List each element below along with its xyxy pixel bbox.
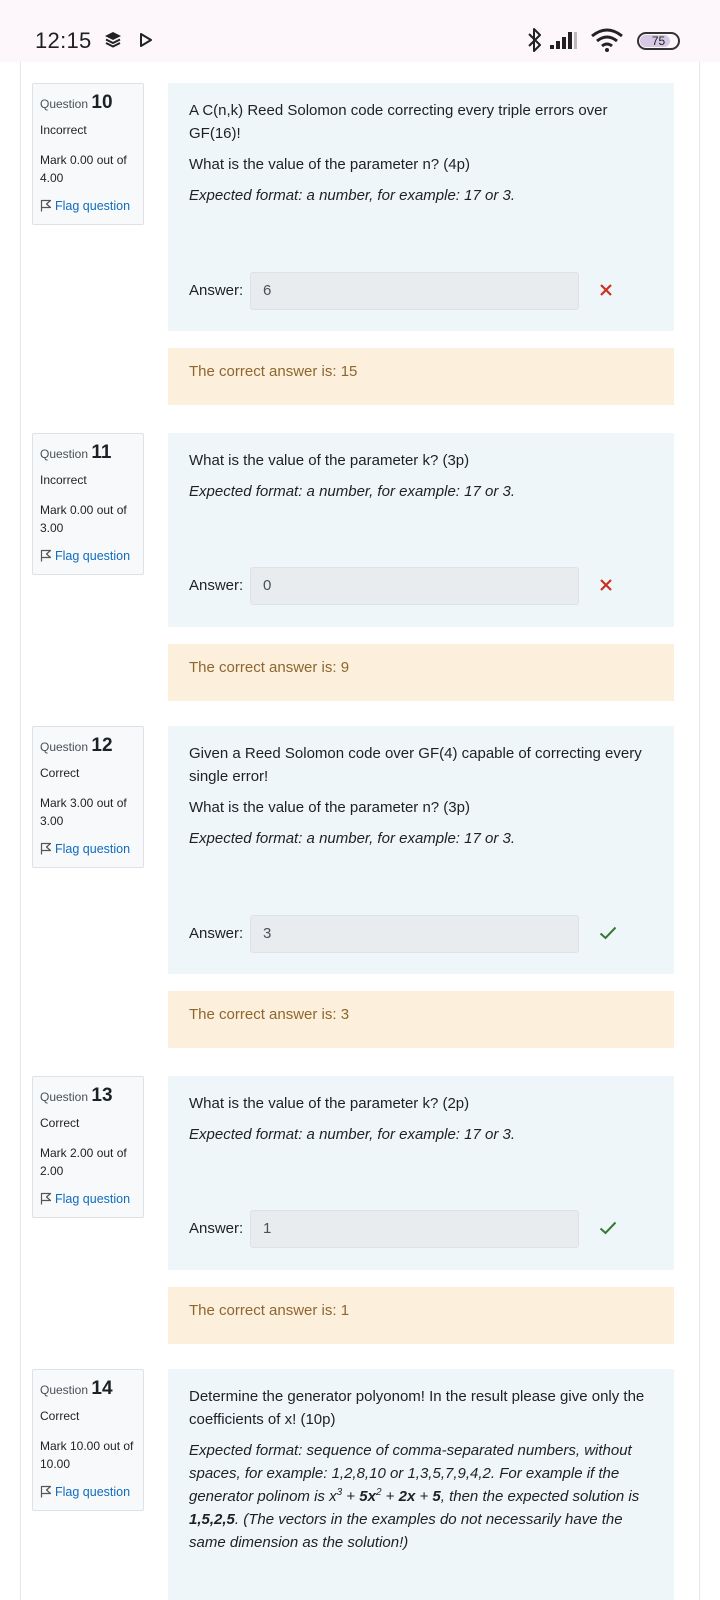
flag-icon <box>40 1192 52 1208</box>
question-number: Question 14 <box>40 1378 113 1399</box>
question-info: Question 13 Correct Mark 2.00 out of 2.0… <box>32 1076 144 1218</box>
flag-icon <box>40 842 52 858</box>
flag-icon <box>40 199 52 215</box>
correct-answer-feedback: The correct answer is: 1 <box>168 1287 674 1344</box>
question-grade: Mark 0.00 out of 4.00 <box>40 153 127 185</box>
answer-label: Answer: <box>189 925 244 942</box>
correct-check-icon <box>599 926 617 945</box>
correct-check-icon <box>599 1221 617 1240</box>
question-info: Question 14 Correct Mark 10.00 out of 10… <box>32 1369 144 1511</box>
flag-question-link[interactable]: Flag question <box>40 1192 143 1217</box>
answer-label: Answer: <box>189 1220 244 1237</box>
flag-label: Flag question <box>55 199 131 213</box>
question-number: Question 11 <box>40 442 112 463</box>
flag-question-link[interactable]: Flag question <box>40 549 143 574</box>
answer-input[interactable]: 3 <box>250 915 579 953</box>
flag-icon <box>40 549 52 565</box>
question-text-box: Given a Reed Solomon code over GF(4) cap… <box>168 726 674 974</box>
question-info: Question 10 Incorrect Mark 0.00 out of 4… <box>32 83 144 225</box>
expected-format: Expected format: sequence of comma-separ… <box>189 1442 640 1551</box>
expected-format: Expected format: a number, for example: … <box>189 483 516 500</box>
quiz-review-content: Question 10 Incorrect Mark 0.00 out of 4… <box>20 62 700 1600</box>
answer-label: Answer: <box>189 577 244 594</box>
flag-label: Flag question <box>55 549 131 563</box>
question-info: Question 12 Correct Mark 3.00 out of 3.0… <box>32 726 144 868</box>
status-bar: 12:15 75 <box>0 0 720 62</box>
expected-format: Expected format: a number, for example: … <box>189 187 516 204</box>
question-prompt: What is the value of the parameter k? (3… <box>189 452 470 469</box>
battery-level: 75 <box>651 34 666 48</box>
incorrect-icon <box>599 578 613 597</box>
flag-question-link[interactable]: Flag question <box>40 842 143 867</box>
correct-answer-feedback: The correct answer is: 9 <box>168 644 674 701</box>
status-time: 12:15 <box>35 28 92 53</box>
battery-icon: 75 <box>637 32 680 50</box>
question-text: Given a Reed Solomon code over GF(4) cap… <box>189 745 642 785</box>
flag-question-link[interactable]: Flag question <box>40 199 143 224</box>
correct-answer-feedback: The correct answer is: 3 <box>168 991 674 1048</box>
question-prompt: What is the value of the parameter n? (3… <box>189 799 470 816</box>
answer-input[interactable]: 0 <box>250 567 579 605</box>
answer-label: Answer: <box>189 282 244 299</box>
question-state: Correct <box>40 1409 80 1423</box>
answer-row: Answer: 3 <box>189 915 629 953</box>
question-prompt: What is the value of the parameter n? (4… <box>189 156 470 173</box>
question-state: Incorrect <box>40 473 87 487</box>
question-text: A C(n,k) Reed Solomon code correcting ev… <box>189 102 608 142</box>
question-text-box: Determine the generator polyonom! In the… <box>168 1369 674 1600</box>
question-number: Question 10 <box>40 92 113 113</box>
answer-input[interactable]: 6 <box>250 272 579 310</box>
flag-label: Flag question <box>55 1192 131 1206</box>
answer-input[interactable]: 1 <box>250 1210 579 1248</box>
flag-icon <box>40 1485 52 1501</box>
wifi-icon <box>590 28 624 52</box>
question-text-box: What is the value of the parameter k? (2… <box>168 1076 674 1270</box>
expected-format: Expected format: a number, for example: … <box>189 830 516 847</box>
answer-row: Answer: 0 <box>189 567 629 605</box>
flag-label: Flag question <box>55 842 131 856</box>
play-icon <box>139 33 153 47</box>
question-grade: Mark 0.00 out of 3.00 <box>40 503 127 535</box>
question-grade: Mark 2.00 out of 2.00 <box>40 1146 127 1178</box>
question-state: Correct <box>40 766 80 780</box>
question-text-box: What is the value of the parameter k? (3… <box>168 433 674 627</box>
question-number: Question 13 <box>40 1085 113 1106</box>
incorrect-icon <box>599 283 613 302</box>
flag-question-link[interactable]: Flag question <box>40 1485 143 1510</box>
question-grade: Mark 3.00 out of 3.00 <box>40 796 127 828</box>
flag-label: Flag question <box>55 1485 131 1499</box>
correct-answer-feedback: The correct answer is: 15 <box>168 348 674 405</box>
expected-format: Expected format: a number, for example: … <box>189 1126 516 1143</box>
answer-row: Answer: 1 <box>189 1210 629 1248</box>
question-grade: Mark 10.00 out of 10.00 <box>40 1439 134 1471</box>
question-number: Question 12 <box>40 735 113 756</box>
stacked-notification-icon <box>104 31 122 49</box>
question-state: Correct <box>40 1116 80 1130</box>
answer-row: Answer: 6 <box>189 272 629 310</box>
question-prompt: What is the value of the parameter k? (2… <box>189 1095 470 1112</box>
signal-icon <box>548 30 578 50</box>
question-info: Question 11 Incorrect Mark 0.00 out of 3… <box>32 433 144 575</box>
question-text-box: A C(n,k) Reed Solomon code correcting ev… <box>168 83 674 331</box>
bluetooth-icon <box>527 26 543 54</box>
question-text: Determine the generator polyonom! In the… <box>189 1388 645 1428</box>
question-state: Incorrect <box>40 123 87 137</box>
